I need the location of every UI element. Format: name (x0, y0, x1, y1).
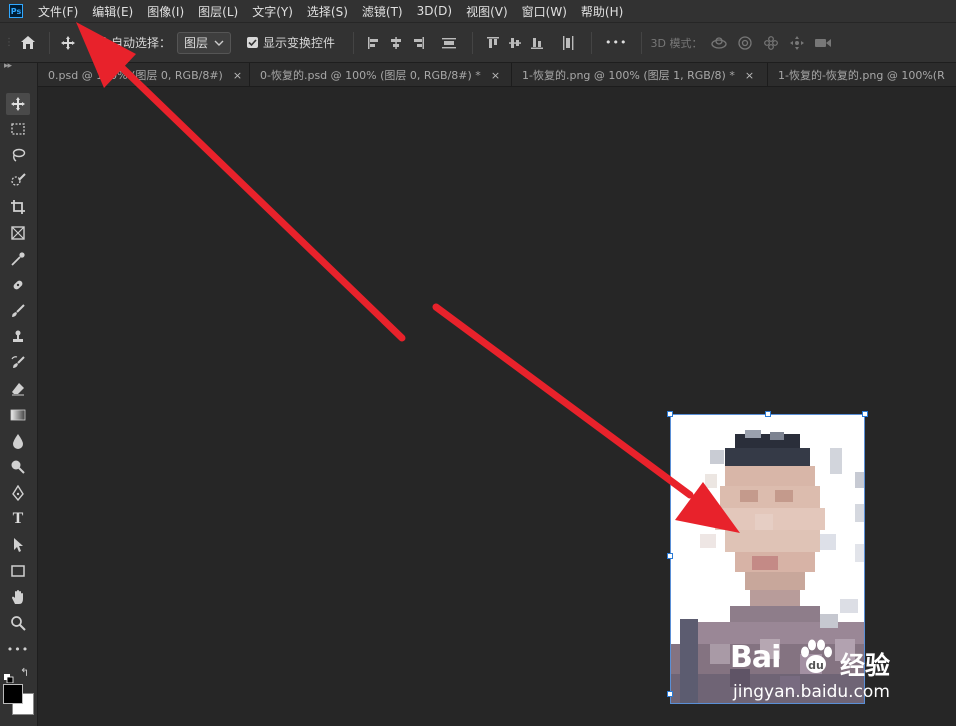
menu-type[interactable]: 文字(Y) (252, 3, 293, 20)
photoshop-logo-icon[interactable]: Ps (9, 4, 23, 18)
options-bar: ⋮ 自动选择： 图层 显示变换控件 ••• 3D 模式： (0, 22, 956, 63)
auto-select-value: 图层 (184, 36, 209, 50)
align-right-icon[interactable] (407, 36, 429, 50)
gradient-icon[interactable] (6, 404, 30, 426)
transform-handle-top-left[interactable] (667, 411, 673, 417)
3d-scale-camera-icon[interactable] (810, 37, 836, 49)
grip-icon[interactable]: ⋮ (4, 37, 14, 48)
show-transform-checkbox[interactable] (247, 37, 259, 48)
3d-pan-icon[interactable] (758, 35, 784, 51)
home-icon[interactable] (16, 35, 40, 50)
menu-view[interactable]: 视图(V) (466, 3, 508, 20)
foreground-color-swatch[interactable] (3, 684, 23, 704)
auto-select-checkbox[interactable] (95, 37, 106, 48)
3d-roll-icon[interactable] (732, 35, 758, 51)
tab-label: 0-恢复的.psd @ 100% (图层 0, RGB/8#) * (260, 69, 481, 82)
collapse-panel-icon[interactable]: ▸▸ (4, 61, 12, 71)
healing-brush-icon[interactable] (6, 274, 30, 296)
more-options-button[interactable]: ••• (605, 36, 627, 49)
zoom-icon[interactable] (6, 612, 30, 634)
auto-select-group: 自动选择： (95, 34, 171, 51)
divider (640, 31, 642, 54)
tab-0-recovered-psd[interactable]: 0-恢复的.psd @ 100% (图层 0, RGB/8#) * × (250, 63, 512, 86)
transform-handle-top-right[interactable] (862, 411, 868, 417)
tab-1-recovered-png[interactable]: 1-恢复的.png @ 100% (图层 1, RGB/8) * × (512, 63, 768, 86)
menu-help[interactable]: 帮助(H) (581, 3, 623, 20)
align-left-icon[interactable] (363, 36, 385, 50)
chevron-down-icon (214, 40, 224, 46)
tab-label: 0.psd @ 100% (图层 0, RGB/8#) (48, 69, 223, 82)
distribute-icon[interactable] (435, 36, 463, 50)
transform-handle-top-center[interactable] (765, 411, 771, 417)
clone-stamp-icon[interactable] (6, 326, 30, 348)
move-tool-icon[interactable] (6, 93, 30, 115)
crop-icon[interactable] (6, 196, 30, 218)
distribute-v-icon[interactable] (554, 35, 582, 51)
close-icon[interactable]: × (233, 69, 242, 82)
divider (49, 31, 50, 54)
move-tool-icon[interactable] (59, 35, 77, 51)
align-bottom-icon[interactable] (526, 36, 548, 50)
eraser-icon[interactable] (6, 378, 30, 400)
menu-layer[interactable]: 图层(L) (198, 3, 238, 20)
pen-icon[interactable] (6, 482, 30, 504)
lasso-icon[interactable] (6, 144, 30, 166)
divider (472, 31, 474, 54)
tab-label: 1-恢复的.png @ 100% (图层 1, RGB/8) * (522, 69, 735, 82)
show-transform-group: 显示变换控件 (247, 34, 335, 51)
quick-select-icon[interactable] (6, 170, 30, 192)
divider (591, 31, 593, 54)
menu-3d[interactable]: 3D(D) (417, 4, 452, 18)
watermark-site: jingyan.baidu.com (733, 682, 890, 702)
show-transform-label: 显示变换控件 (263, 36, 336, 50)
align-middle-v-icon[interactable] (504, 36, 526, 50)
close-icon[interactable]: × (745, 69, 754, 82)
swap-colors-icon[interactable]: ↰ (20, 666, 29, 679)
tab-label: 1-恢复的-恢复的.png @ 100%(R (778, 69, 945, 82)
paw-icon: du (801, 639, 832, 673)
menu-filter[interactable]: 滤镜(T) (362, 3, 403, 20)
blur-icon[interactable] (6, 430, 30, 452)
frame-icon[interactable] (6, 222, 30, 244)
transform-handle-bottom-left[interactable] (667, 691, 673, 697)
brush-icon[interactable] (6, 300, 30, 322)
menu-edit[interactable]: 编辑(E) (92, 3, 133, 20)
tab-0-psd[interactable]: 0.psd @ 100% (图层 0, RGB/8#) × (38, 63, 250, 86)
menu-image[interactable]: 图像(I) (147, 3, 184, 20)
rectangular-marquee-icon[interactable] (6, 118, 30, 140)
history-brush-icon[interactable] (6, 352, 30, 374)
more-tools-icon[interactable]: ••• (6, 638, 30, 660)
menu-window[interactable]: 窗口(W) (522, 3, 567, 20)
type-tool-icon[interactable]: T (6, 508, 30, 530)
transform-handle-middle-left[interactable] (667, 553, 673, 559)
watermark-brand-end: 经验 (840, 651, 891, 680)
3d-slide-icon[interactable] (784, 35, 810, 51)
align-top-icon[interactable] (482, 36, 504, 50)
auto-select-label: 自动选择： (111, 36, 172, 50)
svg-text:du: du (808, 659, 824, 672)
hand-icon[interactable] (6, 586, 30, 608)
eyedropper-icon[interactable] (6, 248, 30, 270)
align-center-h-icon[interactable] (385, 36, 407, 50)
watermark-brand: Bai (730, 640, 781, 675)
tools-panel: ▸▸ T ••• ↰ (0, 61, 38, 726)
path-selection-icon[interactable] (6, 534, 30, 556)
rectangle-shape-icon[interactable] (6, 560, 30, 582)
divider (353, 31, 355, 54)
menu-select[interactable]: 选择(S) (307, 3, 348, 20)
auto-select-dropdown[interactable]: 图层 (177, 31, 232, 54)
close-icon[interactable]: × (491, 69, 500, 82)
3d-mode-label: 3D 模式： (650, 36, 703, 50)
document-tabs: 0.psd @ 100% (图层 0, RGB/8#) × 0-恢复的.psd … (38, 63, 956, 87)
dodge-icon[interactable] (6, 456, 30, 478)
tab-1-recovered-recovered-png[interactable]: 1-恢复的-恢复的.png @ 100%(R (768, 63, 956, 86)
3d-orbit-icon[interactable] (706, 36, 732, 50)
menu-file[interactable]: 文件(F) (38, 3, 78, 20)
menu-bar: Ps 文件(F) 编辑(E) 图像(I) 图层(L) 文字(Y) 选择(S) 滤… (0, 0, 956, 22)
